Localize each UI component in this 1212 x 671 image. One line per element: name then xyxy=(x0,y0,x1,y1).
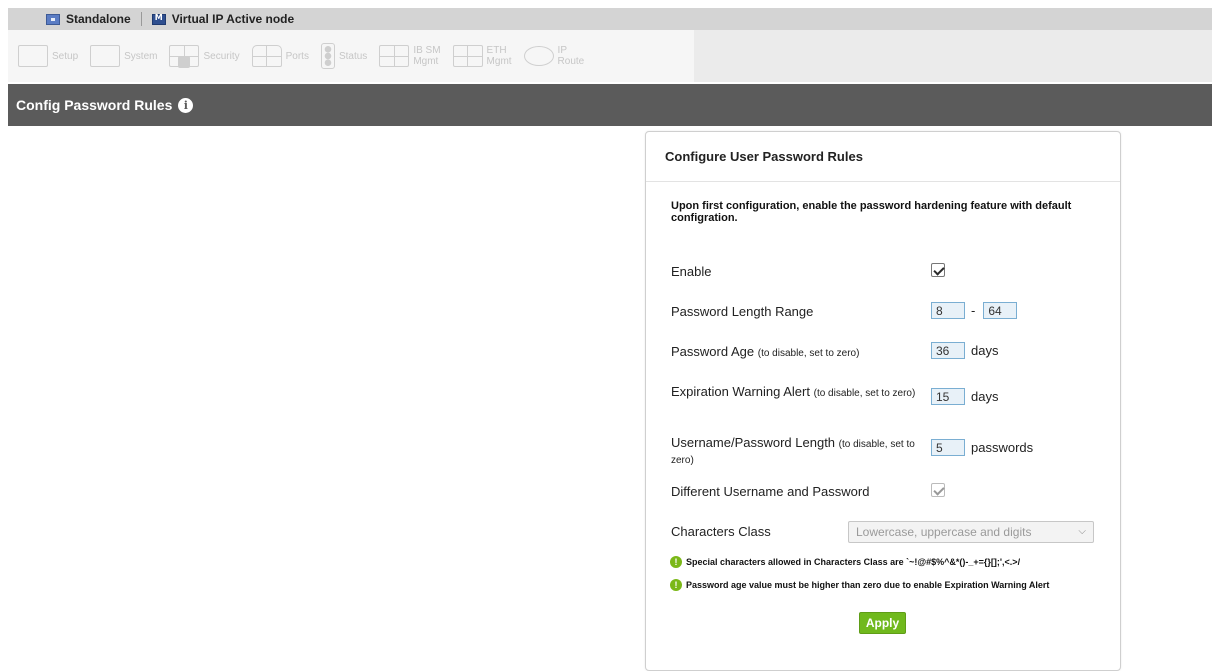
password-age-label-text: Password Age xyxy=(671,344,755,359)
lock-icon xyxy=(178,56,191,68)
nav-eth-label-line2: Mgmt xyxy=(486,56,512,67)
password-age-hint: (to disable, set to zero) xyxy=(757,348,860,359)
nav-ip-route-label: IP Route xyxy=(558,45,585,67)
password-age-label: Password Age (to disable, set to zero) xyxy=(671,345,921,361)
nav-ip-route-label-line2: Route xyxy=(557,56,585,67)
nav-ports[interactable]: Ports xyxy=(251,36,309,76)
password-rules-panel: Configure User Password Rules Upon first… xyxy=(645,131,1121,671)
nav-ib-sm-label-line2: Mgmt xyxy=(413,56,439,67)
nav-ib-sm-label-line1: IB SM xyxy=(413,45,441,56)
expiration-label-text: Expiration Warning Alert xyxy=(671,384,810,399)
warning-icon: ! xyxy=(670,556,682,568)
different-label: Different Username and Password xyxy=(671,484,870,499)
standalone-indicator[interactable]: Standalone xyxy=(8,8,141,30)
chevron-down-icon: ⌵ xyxy=(1078,526,1086,537)
username-length-label: Username/Password Length (to disable, se… xyxy=(671,436,916,468)
nav-status-label: Status xyxy=(338,50,368,62)
different-checkbox[interactable] xyxy=(931,483,945,497)
ports-icon xyxy=(251,45,282,67)
expiration-input[interactable] xyxy=(931,388,965,405)
nav-ib-sm-label: IB SM Mgmt xyxy=(413,45,440,67)
nav-status[interactable]: Status xyxy=(320,36,368,76)
info-icon[interactable]: i xyxy=(178,97,194,113)
char-class-select[interactable]: Lowercase, uppercase and digits ⌵ xyxy=(848,521,1094,543)
username-length-input[interactable] xyxy=(931,439,965,456)
apply-button[interactable]: Apply xyxy=(859,612,906,634)
expiration-hint: (to disable, set to zero) xyxy=(813,388,916,399)
standalone-label: Standalone xyxy=(66,12,131,26)
password-age-input[interactable] xyxy=(931,342,965,359)
security-icon xyxy=(169,45,200,68)
setup-icon xyxy=(18,45,48,67)
age-warning-text: Password age value must be higher than z… xyxy=(686,580,1050,590)
username-length-unit: passwords xyxy=(971,440,1034,455)
length-max-input[interactable] xyxy=(983,302,1018,319)
username-length-label-text: Username/Password Length xyxy=(671,435,836,450)
nav-system-label: System xyxy=(124,50,158,62)
nav-ip-route-label-line1: IP xyxy=(557,45,567,56)
ip-route-icon xyxy=(523,46,554,66)
intro-text: Upon first configuration, enable the pas… xyxy=(671,200,1072,224)
length-range-label: Password Length Range xyxy=(671,304,814,319)
expiration-unit: days xyxy=(971,389,999,404)
expiration-label: Expiration Warning Alert (to disable, se… xyxy=(671,385,921,401)
status-icon xyxy=(320,43,335,69)
nav-setup-label: Setup xyxy=(52,50,79,62)
nav-eth-label-line1: ETH xyxy=(486,45,507,56)
ib-sm-mgmt-icon xyxy=(379,45,410,67)
length-dash: - xyxy=(971,303,976,318)
nav-eth-label: ETH Mgmt xyxy=(487,45,512,67)
enable-label: Enable xyxy=(671,264,712,279)
special-chars-text: Special characters allowed in Characters… xyxy=(686,557,1021,567)
nav-system[interactable]: System xyxy=(90,36,157,76)
page-title-bar: Config Password Rules i xyxy=(8,84,1212,126)
enable-checkbox[interactable] xyxy=(931,263,945,277)
password-age-unit: days xyxy=(971,343,999,358)
nav-strip: Setup System Security Ports Status IB SM… xyxy=(8,30,694,82)
system-icon xyxy=(90,45,121,67)
nav-ports-label: Ports xyxy=(285,50,309,62)
nav-setup[interactable]: Setup xyxy=(18,36,78,76)
special-chars-note: ! Special characters allowed in Characte… xyxy=(670,556,1110,568)
length-min-input[interactable] xyxy=(931,302,965,319)
age-warning-note: ! Password age value must be higher than… xyxy=(670,579,1110,591)
nav-ip-route[interactable]: IP Route xyxy=(523,36,585,76)
char-class-value: Lowercase, uppercase and digits xyxy=(856,525,1032,539)
nav-security[interactable]: Security xyxy=(169,36,240,76)
panel-header: Configure User Password Rules xyxy=(646,132,1120,182)
nav-toolbar: Setup System Security Ports Status IB SM… xyxy=(8,30,1212,82)
nav-security-label: Security xyxy=(203,50,240,62)
page-title: Config Password Rules xyxy=(16,97,173,113)
eth-mgmt-icon xyxy=(452,45,483,67)
top-status-bar: Standalone Virtual IP Active node xyxy=(8,8,1212,30)
node-icon xyxy=(46,13,60,25)
nav-ib-sm-mgmt[interactable]: IB SM Mgmt xyxy=(379,36,441,76)
warning-icon: ! xyxy=(670,579,682,591)
monitor-icon xyxy=(151,13,166,25)
vip-label: Virtual IP Active node xyxy=(171,12,295,26)
virtual-ip-indicator[interactable]: Virtual IP Active node xyxy=(142,8,304,30)
nav-eth-mgmt[interactable]: ETH Mgmt xyxy=(452,36,512,76)
